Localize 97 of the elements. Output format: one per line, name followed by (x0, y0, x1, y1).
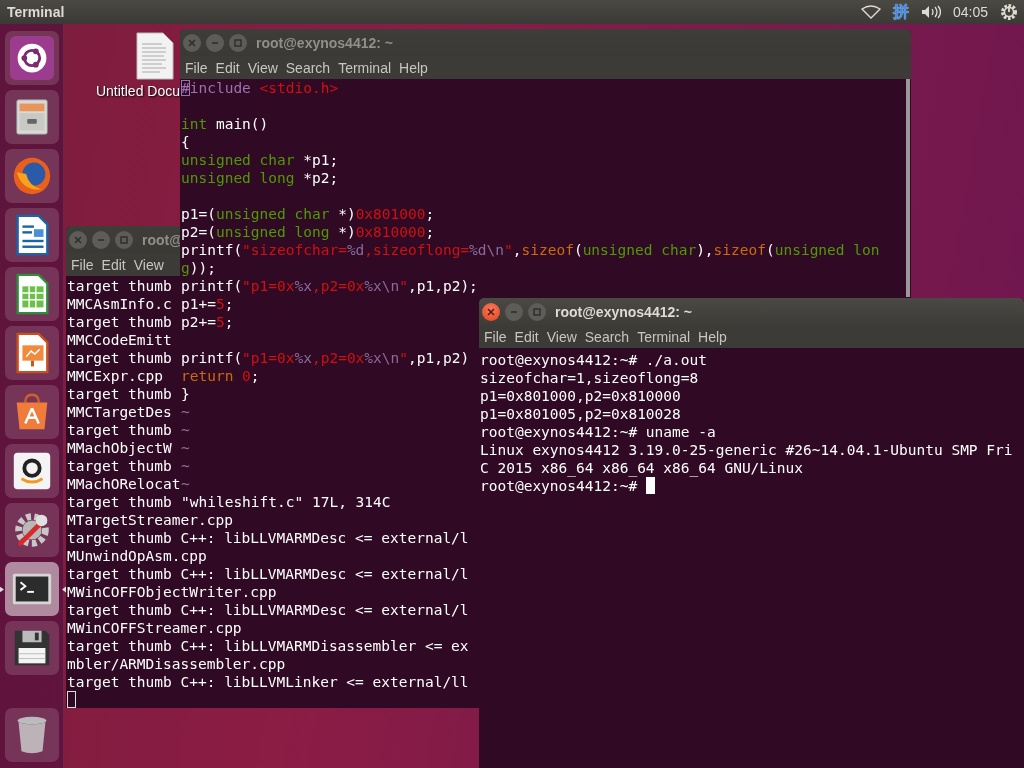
launcher-button[interactable] (4, 326, 59, 380)
close-button[interactable] (482, 302, 500, 321)
terminal-line: sizeofchar=1,sizeoflong=8 (480, 369, 699, 387)
terminal-line: p1=0x801005,p2=0x810028 (480, 405, 681, 423)
code-line: printf("p1=0x%x,p2=0x%x\n",p1,p2) (181, 349, 470, 367)
code-line: g)); (181, 259, 216, 277)
terminal-line: target thumb C++: libLLVMLinker <= external/ll (67, 673, 469, 691)
code-line: p1+=5; (181, 295, 234, 313)
terminal-line: MMCCodeEmitt (67, 331, 172, 349)
launcher-button[interactable] (4, 444, 59, 498)
menu-item[interactable]: View (243, 59, 282, 76)
menu-item[interactable]: Search (580, 328, 634, 345)
menu-item[interactable]: File (67, 256, 98, 273)
maximize-icon (533, 307, 541, 316)
close-icon (188, 38, 196, 47)
launcher-button[interactable] (4, 90, 59, 144)
code-line: unsigned char *p1; (181, 151, 339, 169)
menu-item[interactable]: Help (694, 328, 731, 345)
maximize-icon (234, 38, 242, 47)
launcher-button[interactable] (4, 503, 59, 557)
app-title: Terminal (7, 4, 65, 20)
code-line: ~ (181, 475, 190, 493)
launcher-button[interactable] (4, 562, 59, 616)
window-title: root@exynos4412: ~ (555, 303, 692, 320)
terminal-line: target thumb (67, 421, 172, 439)
menu-item[interactable]: Terminal (334, 59, 396, 76)
launcher-button[interactable] (4, 385, 59, 439)
menu-item[interactable]: View (542, 328, 581, 345)
menu-item[interactable]: File (181, 59, 212, 76)
menu-item[interactable]: Edit (510, 328, 543, 345)
terminal-line: MWinCOFFStreamer.cpp (67, 619, 242, 637)
terminal-line: MMCExpr.cpp (67, 367, 164, 385)
close-icon (74, 235, 82, 244)
code-line: int main() (181, 115, 269, 133)
terminal-line: target thumb (67, 277, 172, 295)
terminal-line: root@exynos4412:~# ./a.out (480, 351, 707, 369)
terminal-line: target thumb (67, 385, 172, 403)
terminal-line: MMCAsmInfo.c (67, 295, 172, 313)
terminal-line: Linux exynos4412 3.19.0-25-generic #26~14.04.1-Ubuntu SMP Fri (480, 441, 1013, 459)
terminal-line: C 2015 x86_64 x86_64 x86_64 GNU/Linux (480, 459, 803, 477)
terminal-line: MMCTargetDes (67, 403, 172, 421)
icon-label: Untitled Docu (95, 83, 180, 99)
document-icon[interactable] (135, 32, 175, 80)
terminal-line: MMachObjectW (67, 439, 172, 457)
terminal-line: target thumb C++: libLLVMARMDesc <= external/l (67, 601, 469, 619)
code-line: printf("p1=0x%x,p2=0x%x\n",p1,p2); (181, 277, 478, 295)
terminal-line: target thumb (67, 493, 172, 511)
code-line: { (181, 133, 190, 151)
terminal-line: MWinCOFFObjectWriter.cpp (67, 583, 277, 601)
wifi-icon[interactable] (860, 5, 881, 19)
terminal-line: MMachORelocat (67, 475, 181, 493)
terminal-line: root@exynos4412:~# uname -a (480, 423, 716, 441)
menu-item[interactable]: File (480, 328, 511, 345)
code-line: ~ (181, 457, 190, 475)
terminal-line: mbler/ARMDisassembler.cpp (67, 655, 286, 673)
gear-icon[interactable] (1000, 3, 1018, 21)
code-line: p2=(unsigned long *)0x810000; (181, 223, 435, 241)
launcher-button[interactable] (4, 208, 59, 262)
clock[interactable]: 04:05 (952, 4, 988, 20)
close-icon (487, 307, 495, 316)
code-line: ~ (181, 403, 190, 421)
menu-item[interactable]: View (129, 256, 168, 273)
scrollbar[interactable] (906, 79, 910, 297)
code-line: unsigned long *p2; (181, 169, 339, 187)
terminal-line: target thumb C++: libLLVMARMDesc <= external/l (67, 565, 469, 583)
code-line: ~ (181, 439, 190, 457)
terminal-line: root@exynos4412:~# (480, 477, 638, 495)
code-line: } (181, 385, 190, 403)
menu-item[interactable]: Edit (211, 59, 244, 76)
code-line: p1=(unsigned char *)0x801000; (181, 205, 435, 223)
launcher-button[interactable] (4, 708, 59, 762)
code-line: ~ (181, 421, 190, 439)
launcher-button[interactable] (4, 149, 59, 203)
terminal-line: p1=0x801000,p2=0x810000 (480, 387, 681, 405)
launcher-button[interactable] (4, 31, 59, 85)
terminal-line: MUnwindOpAsm.cpp (67, 547, 207, 565)
volume-icon[interactable] (920, 5, 941, 19)
terminal-line: MTargetStreamer.cpp (67, 511, 233, 529)
code-line: p2+=5; (181, 313, 234, 331)
terminal-line: target thumb (67, 457, 172, 475)
menu-item[interactable]: Terminal (633, 328, 695, 345)
launcher-button[interactable] (4, 621, 59, 675)
code-line: printf("sizeofchar=%d,sizeoflong=%d\n",sizeof(unsigned char),sizeof(unsigned lon (181, 241, 880, 259)
status-line: "whileshift.c" 17L, 314C (181, 493, 391, 511)
terminal-line: target thumb (67, 313, 172, 331)
window-title: root@exynos4412: ~ (256, 34, 393, 51)
window-title: root@ (142, 231, 183, 248)
terminal-line: target thumb C++: libLLVMARMDisassembler <= ex (67, 637, 469, 655)
code-line: return 0; (181, 367, 260, 385)
terminal-line: target thumb C++: libLLVMARMDesc <= external/l (67, 529, 469, 547)
menu-item[interactable]: Edit (97, 256, 130, 273)
terminal-line: target thumb (67, 349, 172, 367)
menu-item[interactable]: Help (395, 59, 432, 76)
menu-item[interactable]: Search (281, 59, 335, 76)
circle-logo-icon (8, 35, 55, 81)
maximize-icon (120, 235, 128, 244)
launcher-button[interactable] (4, 267, 59, 321)
